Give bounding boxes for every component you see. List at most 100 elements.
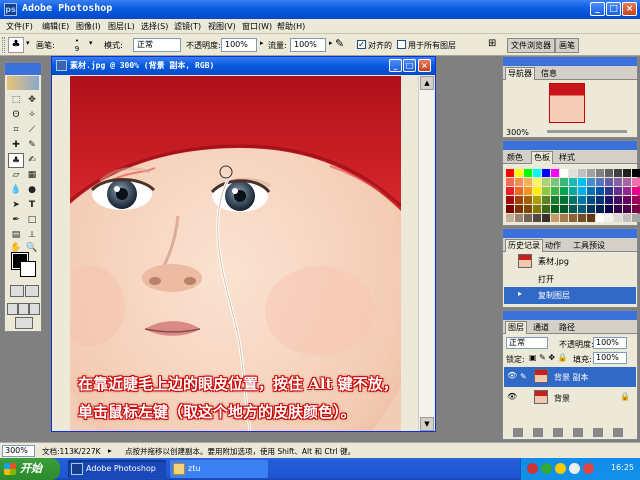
- color-swatch[interactable]: [524, 196, 532, 204]
- color-swatch[interactable]: [632, 178, 640, 186]
- color-swatch[interactable]: [614, 196, 622, 204]
- background-color-swatch[interactable]: [20, 261, 36, 277]
- panel-title-bar[interactable]: [503, 311, 637, 320]
- image-canvas[interactable]: 在靠近睫毛上边的眼皮位置，按住 Alt 键不放， 单击鼠标左键（取这个地方的皮肤…: [70, 76, 401, 431]
- healing-brush-icon[interactable]: ✚: [8, 138, 24, 153]
- menu-select[interactable]: 选择(S): [141, 21, 168, 32]
- color-swatch[interactable]: [560, 196, 568, 204]
- maximize-button[interactable]: □: [606, 2, 621, 16]
- color-swatch[interactable]: [515, 169, 523, 177]
- color-swatch[interactable]: [506, 205, 514, 213]
- path-select-icon[interactable]: ➤: [8, 198, 24, 213]
- pen-tool-icon[interactable]: ✒: [8, 213, 24, 228]
- toolbox-title-bar[interactable]: [5, 63, 41, 75]
- adobe-online-icon[interactable]: [7, 76, 39, 90]
- tray-icon[interactable]: [555, 463, 566, 474]
- slice-tool-icon[interactable]: ⟋: [24, 123, 40, 138]
- flow-input[interactable]: 100%: [290, 38, 326, 52]
- chevron-right-icon[interactable]: ▸: [260, 39, 264, 47]
- color-swatch[interactable]: [623, 196, 631, 204]
- standard-mode-icon[interactable]: [10, 285, 24, 297]
- color-swatch[interactable]: [623, 214, 631, 222]
- color-swatch[interactable]: [632, 214, 640, 222]
- color-swatch[interactable]: [542, 187, 550, 195]
- close-button[interactable]: ×: [622, 2, 637, 16]
- color-swatch[interactable]: [524, 214, 532, 222]
- scroll-down-icon[interactable]: ▼: [420, 417, 434, 431]
- clone-stamp-tool-icon[interactable]: ♣: [8, 153, 24, 168]
- chevron-down-icon[interactable]: ▾: [89, 39, 93, 47]
- taskbar-item-folder[interactable]: ztu: [170, 460, 268, 478]
- adjustment-layer-icon[interactable]: [573, 428, 583, 437]
- navigator-thumbnail[interactable]: [549, 83, 585, 123]
- color-swatch[interactable]: [587, 169, 595, 177]
- color-swatch[interactable]: [605, 214, 613, 222]
- menu-filter[interactable]: 滤镜(T): [174, 21, 201, 32]
- dodge-tool-icon[interactable]: ●: [24, 183, 40, 198]
- color-swatch[interactable]: [533, 214, 541, 222]
- tab-navigator[interactable]: 导航器: [505, 67, 535, 80]
- gradient-tool-icon[interactable]: ▦: [24, 168, 40, 183]
- color-swatch[interactable]: [569, 205, 577, 213]
- zoom-level-input[interactable]: 300%: [2, 445, 35, 457]
- mode-select[interactable]: 正常: [133, 38, 181, 52]
- document-title-bar[interactable]: 素材.jpg @ 300% (背景 副本, RGB) _ □ ×: [52, 57, 435, 75]
- menu-view[interactable]: 视图(V): [208, 21, 236, 32]
- color-swatch[interactable]: [623, 169, 631, 177]
- blend-mode-select[interactable]: 正常: [506, 337, 548, 349]
- color-swatch[interactable]: [632, 169, 640, 177]
- color-swatch[interactable]: [578, 169, 586, 177]
- color-swatch[interactable]: [578, 205, 586, 213]
- menu-window[interactable]: 窗口(W): [242, 21, 272, 32]
- all-layers-checkbox[interactable]: [397, 40, 406, 49]
- color-swatch[interactable]: [587, 187, 595, 195]
- navigator-zoom[interactable]: 300%: [506, 128, 529, 137]
- color-swatch[interactable]: [560, 187, 568, 195]
- eye-icon[interactable]: 👁: [507, 371, 517, 380]
- file-browser-tab[interactable]: 文件浏览器: [507, 38, 555, 53]
- color-swatch[interactable]: [623, 205, 631, 213]
- tab-tool-presets[interactable]: 工具预设: [571, 240, 607, 251]
- move-tool-icon[interactable]: ✥: [24, 93, 40, 108]
- history-item-selected[interactable]: ▸ 复制图层: [504, 287, 636, 304]
- color-swatch[interactable]: [605, 196, 613, 204]
- color-swatch[interactable]: [524, 187, 532, 195]
- history-item[interactable]: 打开: [504, 271, 636, 288]
- color-swatch[interactable]: [596, 169, 604, 177]
- color-swatch[interactable]: [569, 178, 577, 186]
- type-tool-icon[interactable]: T: [24, 198, 40, 213]
- panel-title-bar[interactable]: [503, 141, 637, 150]
- color-swatch[interactable]: [569, 196, 577, 204]
- brush-picker[interactable]: • 9: [68, 37, 86, 54]
- color-swatch[interactable]: [569, 169, 577, 177]
- scroll-up-icon[interactable]: ▲: [420, 76, 434, 90]
- color-swatch[interactable]: [605, 178, 613, 186]
- menu-image[interactable]: 图像(I): [76, 21, 101, 32]
- tab-swatches[interactable]: 色板: [531, 151, 553, 164]
- clone-stamp-icon[interactable]: ♣: [8, 37, 24, 53]
- color-swatch[interactable]: [506, 214, 514, 222]
- color-swatch[interactable]: [551, 196, 559, 204]
- color-swatch[interactable]: [587, 214, 595, 222]
- taskbar-item-photoshop[interactable]: Adobe Photoshop: [68, 460, 166, 478]
- color-swatch[interactable]: [524, 169, 532, 177]
- color-swatch[interactable]: [578, 178, 586, 186]
- doc-maximize-button[interactable]: □: [403, 59, 416, 72]
- blur-tool-icon[interactable]: 💧: [8, 183, 24, 198]
- trash-icon[interactable]: [613, 428, 623, 437]
- magic-wand-icon[interactable]: ✧: [24, 108, 40, 123]
- color-swatch[interactable]: [596, 187, 604, 195]
- panel-title-bar[interactable]: [503, 229, 637, 238]
- color-swatch[interactable]: [569, 187, 577, 195]
- tab-channels[interactable]: 通道: [531, 322, 551, 333]
- aligned-checkbox[interactable]: ✓: [357, 40, 366, 49]
- color-swatch[interactable]: [623, 187, 631, 195]
- eye-icon[interactable]: 👁: [507, 392, 517, 401]
- crop-tool-icon[interactable]: ⌗: [8, 123, 24, 138]
- color-swatch[interactable]: [533, 178, 541, 186]
- fill-input[interactable]: 100%: [593, 352, 627, 364]
- tray-icon[interactable]: [527, 463, 538, 474]
- menu-layer[interactable]: 图层(L): [108, 21, 135, 32]
- minimize-button[interactable]: _: [590, 2, 605, 16]
- history-snapshot[interactable]: 素材.jpg: [504, 253, 636, 270]
